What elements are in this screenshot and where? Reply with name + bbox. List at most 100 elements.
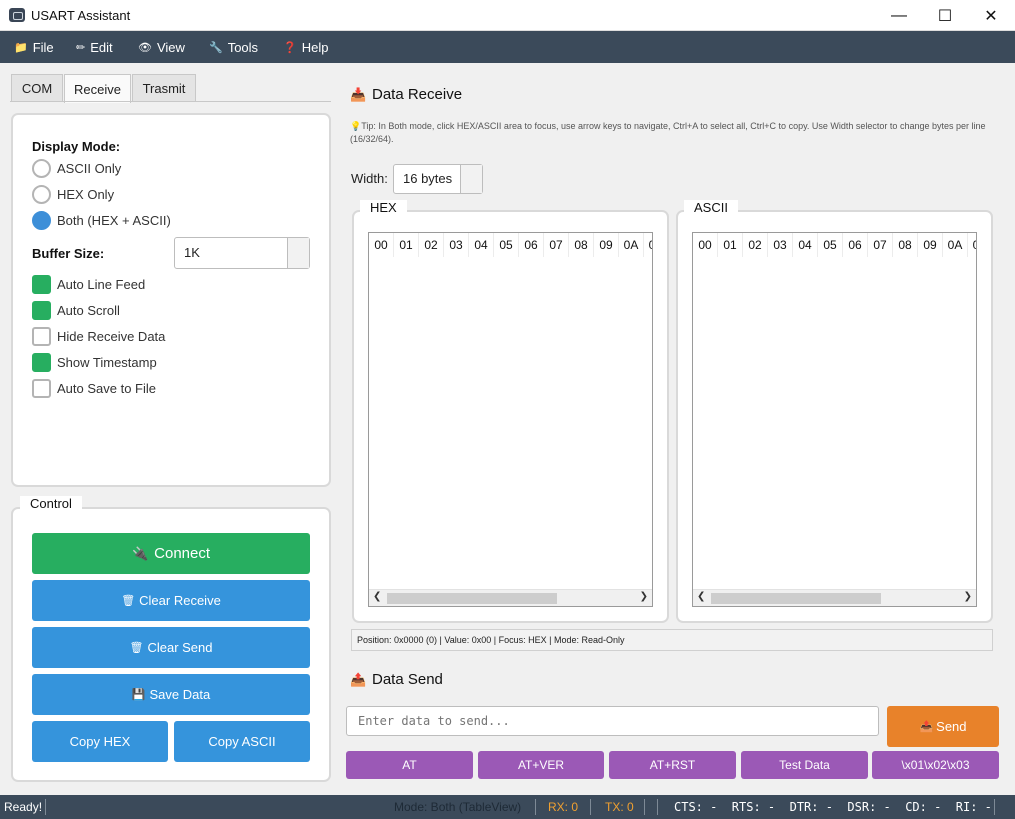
quick-send-test-data[interactable]: Test Data [741,751,868,779]
save-data-button[interactable]: 💾 Save Data [32,674,310,715]
copy-hex-button[interactable]: Copy HEX [32,721,168,762]
radio-both[interactable] [32,211,51,230]
menu-edit[interactable]: ✏ Edit [76,31,113,63]
column-header: 02 [743,233,768,257]
menu-view-label: View [156,39,185,55]
column-header: 06 [843,233,868,257]
clear-receive-button[interactable]: 🗑 Clear Receive [32,580,310,621]
auto-scroll-label: Auto Scroll [57,303,120,318]
menu-tools-label: Tools [227,39,259,55]
column-header: 05 [818,233,843,257]
hex-table-header: 000102030405060708090A0B [369,233,652,257]
display-mode-label: Display Mode: [32,139,121,154]
tip-text: 💡Tip: In Both mode, click HEX/ASCII area… [350,120,990,146]
send-label: Send [936,719,967,734]
quick-send-at[interactable]: AT [346,751,473,779]
copy-ascii-button[interactable]: Copy ASCII [174,721,310,762]
tab-transmit[interactable]: Trasmit [132,74,196,102]
position-status: Position: 0x0000 (0) | Value: 0x00 | Foc… [351,629,993,651]
status-divider [535,799,536,815]
radio-ascii-only[interactable] [32,159,51,178]
ascii-title: ASCII [684,200,738,215]
radio-hex-only[interactable] [32,185,51,204]
scroll-left-icon[interactable]: ❮ [697,591,705,602]
connect-button[interactable]: 🔌 Connect [32,533,310,574]
hex-scrollbar[interactable]: ❮ ❯ [369,589,652,606]
lightbulb-icon: 💡 [350,121,362,131]
chevron-down-icon [460,165,482,193]
ascii-scrollbar[interactable]: ❮ ❯ [693,589,976,606]
ascii-table[interactable]: 000102030405060708090A0B ❮ ❯ [692,232,977,607]
column-header: 03 [768,233,793,257]
quick-send-at-rst[interactable]: AT+RST [609,751,736,779]
buffer-size-select[interactable]: 1K [174,237,310,269]
checkbox-auto-line-feed[interactable] [32,275,51,294]
status-divider [994,799,995,815]
radio-ascii-only-label: ASCII Only [57,161,122,176]
column-header: 03 [444,233,469,257]
data-send-title: Data Send [372,671,443,688]
menu-help[interactable]: ❓ Help [283,31,328,63]
status-bar: Ready! Mode: Both (TableView) RX: 0 TX: … [0,795,1015,819]
menu-tools[interactable]: 🔧 Tools [209,31,258,63]
trash-icon: 🗑 [121,595,136,607]
wrench-icon: 🔧 [209,41,223,54]
column-header: 09 [594,233,619,257]
radio-both-label: Both (HEX + ASCII) [57,213,171,228]
status-divider [590,799,591,815]
column-header: 0A [943,233,968,257]
title-bar: USART Assistant — ☐ ✕ [0,0,1015,31]
scroll-right-icon[interactable]: ❯ [640,591,648,602]
status-divider [45,799,46,815]
floppy-disk-icon: 💾 [131,689,146,701]
hide-receive-data-label: Hide Receive Data [57,329,166,344]
column-header: 08 [569,233,594,257]
quick-send-bytes[interactable]: \x01\x02\x03 [872,751,999,779]
scroll-right-icon[interactable]: ❯ [964,591,972,602]
buffer-size-value: 1K [184,245,200,260]
hex-table[interactable]: 000102030405060708090A0B ❮ ❯ [368,232,653,607]
show-timestamp-label: Show Timestamp [57,355,157,370]
menu-file[interactable]: 📁 File [14,31,54,63]
receive-settings-panel: Display Mode: ASCII Only HEX Only Both (… [11,113,331,487]
send-icon: 📤 [350,672,367,687]
menu-view[interactable]: 👁 View [138,31,185,63]
clear-send-label: Clear Send [147,640,213,655]
send-input[interactable] [346,706,879,736]
checkbox-auto-save[interactable] [32,379,51,398]
signal-status: CTS: - RTS: - DTR: - DSR: - CD: - RI: - [674,800,992,814]
tab-com[interactable]: COM [11,74,63,102]
question-icon: ❓ [283,41,297,54]
tip-message: Tip: In Both mode, click HEX/ASCII area … [350,121,986,144]
scroll-left-icon[interactable]: ❮ [373,591,381,602]
tab-divider [10,101,331,102]
buffer-size-label: Buffer Size: [32,246,105,261]
tab-receive[interactable]: Receive [64,74,131,103]
column-header: 01 [394,233,419,257]
column-header: 07 [868,233,893,257]
clear-receive-label: Clear Receive [139,593,221,608]
column-header: 08 [893,233,918,257]
scrollbar-thumb[interactable] [387,593,557,604]
width-select[interactable]: 16 bytes [393,164,483,194]
maximize-button[interactable]: ☐ [922,0,968,31]
send-button[interactable]: 📤 Send [887,706,999,747]
chevron-down-icon [287,238,309,268]
clear-send-button[interactable]: 🗑 Clear Send [32,627,310,668]
checkbox-auto-scroll[interactable] [32,301,51,320]
menu-bar: 📁 File ✏ Edit 👁 View 🔧 Tools ❓ Help [0,31,1015,63]
hex-title: HEX [360,200,407,215]
checkbox-hide-receive-data[interactable] [32,327,51,346]
quick-send-at-ver[interactable]: AT+VER [478,751,604,779]
save-data-label: Save Data [149,687,211,702]
receive-icon: 📥 [350,87,367,102]
scrollbar-thumb[interactable] [711,593,881,604]
close-button[interactable]: ✕ [968,0,1014,31]
window-title: USART Assistant [31,8,131,23]
auto-save-label: Auto Save to File [57,381,156,396]
checkbox-show-timestamp[interactable] [32,353,51,372]
minimize-button[interactable]: — [876,0,922,31]
data-receive-title: Data Receive [372,86,463,103]
column-header: 00 [693,233,718,257]
status-divider [657,799,658,815]
